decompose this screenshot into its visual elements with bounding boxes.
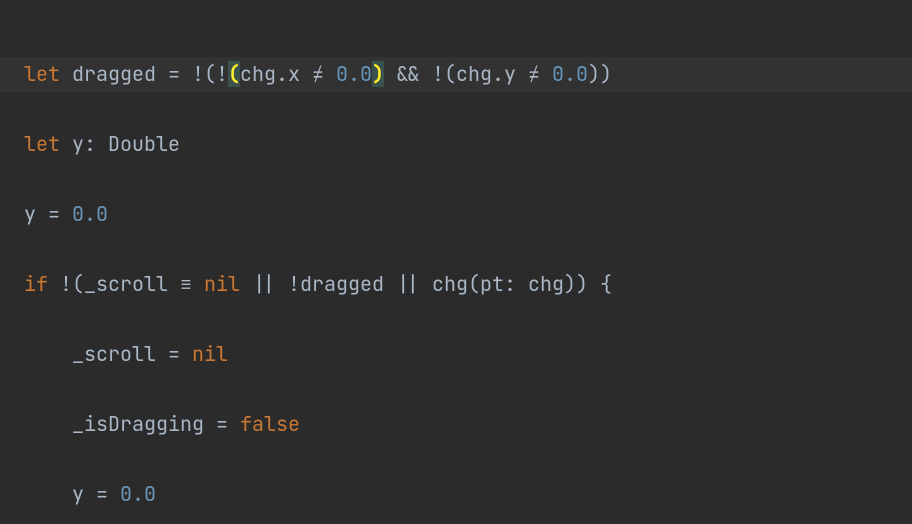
code-line: if !(_scroll ≡ nil || !dragged || chg(pt… bbox=[24, 267, 912, 302]
code-line: y = 0.0 bbox=[24, 477, 912, 512]
code-line: _scroll = nil bbox=[24, 337, 912, 372]
code-editor[interactable]: let dragged = !(!(chg.x ≠ 0.0) && !(chg.… bbox=[0, 0, 912, 524]
keyword-if: if bbox=[24, 271, 48, 297]
keyword-let: let bbox=[24, 61, 60, 87]
keyword-nil: nil bbox=[192, 341, 228, 367]
code-line: let dragged = !(!(chg.x ≠ 0.0) && !(chg.… bbox=[0, 57, 912, 92]
bracket-match-open: ( bbox=[228, 61, 240, 87]
bracket-match-close: ) bbox=[372, 61, 384, 87]
code-line: y = 0.0 bbox=[24, 197, 912, 232]
code-line: _isDragging = false bbox=[24, 407, 912, 442]
keyword-false: false bbox=[240, 411, 300, 437]
keyword-nil: nil bbox=[204, 271, 240, 297]
code-line: let y: Double bbox=[24, 127, 912, 162]
keyword-let: let bbox=[24, 131, 60, 157]
